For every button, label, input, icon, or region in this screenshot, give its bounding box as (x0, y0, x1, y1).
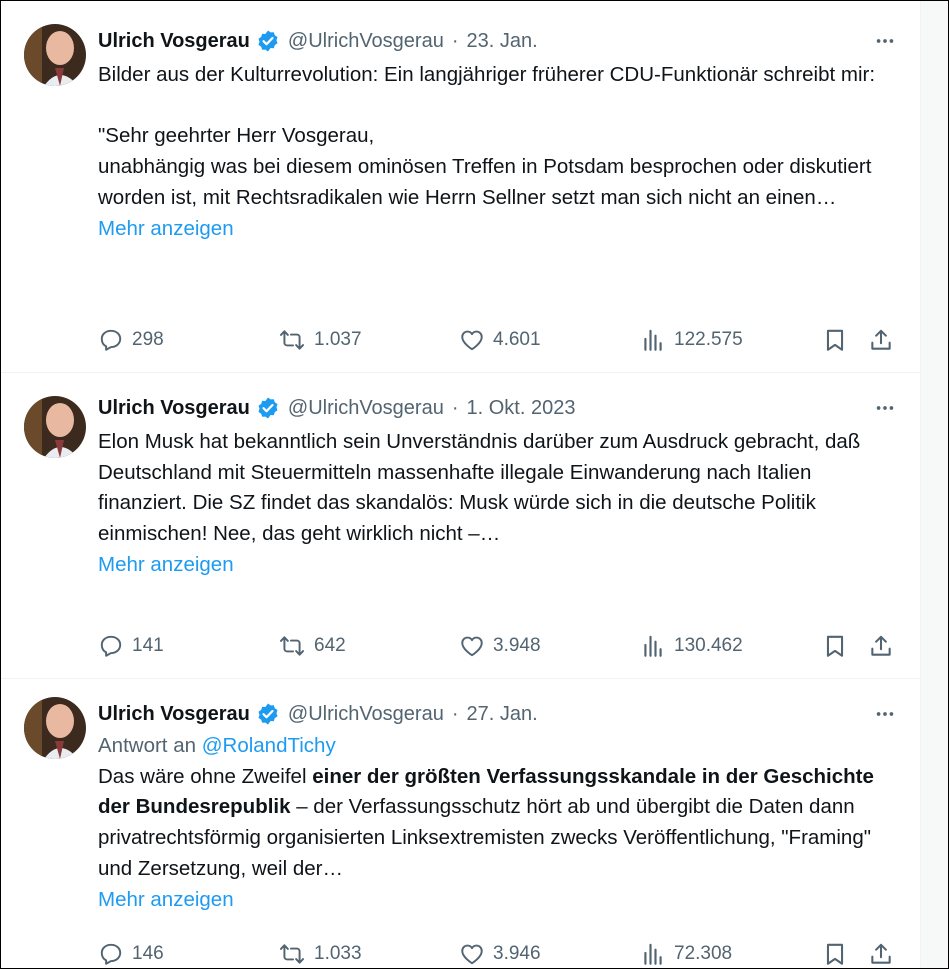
share-upload-icon (871, 329, 891, 350)
separator-dot: · (451, 702, 459, 725)
views-bar-chart-icon (644, 329, 662, 351)
retweet-icon (279, 944, 305, 964)
verified-badge-icon (258, 30, 278, 52)
separator-dot: · (451, 396, 459, 419)
verified-badge-icon (258, 397, 278, 419)
reply-bubble-icon (100, 329, 122, 351)
show-more-link[interactable]: Mehr anzeigen (98, 550, 900, 581)
reply-context: Antwort an @RolandTichy (98, 731, 900, 762)
share-button[interactable] (868, 941, 902, 967)
share-button[interactable] (868, 633, 902, 659)
more-button[interactable] (870, 393, 900, 423)
verified-badge-icon (258, 703, 278, 725)
more-button[interactable] (870, 26, 900, 56)
retweet-button[interactable]: 642 (278, 633, 346, 659)
reply-bubble-icon (100, 943, 122, 965)
reply-count: 146 (132, 943, 164, 964)
views-button[interactable]: 122.575 (640, 327, 743, 353)
reply-bubble-icon (100, 635, 122, 657)
retweet-count: 1.033 (314, 943, 362, 964)
tweet-date[interactable]: 23. Jan. (467, 30, 538, 53)
share-button[interactable] (868, 327, 902, 353)
like-count: 3.946 (493, 943, 541, 964)
bookmark-button[interactable] (822, 633, 856, 659)
more-horizontal-icon (876, 406, 894, 410)
show-more-link[interactable]: Mehr anzeigen (98, 214, 900, 245)
bookmark-icon (826, 943, 844, 965)
heart-icon (461, 636, 483, 657)
reply-prefix: Antwort an (98, 734, 196, 757)
tweet-text-part: Das wäre ohne Zweifel (98, 764, 313, 788)
reply-mention-link[interactable]: @RolandTichy (202, 734, 336, 757)
tweet-card[interactable]: Ulrich Vosgerau @UlrichVosgerau · 23. Ja… (1, 1, 920, 373)
reply-count: 298 (132, 329, 164, 350)
timeline-frame: Ulrich Vosgerau @UlrichVosgerau · 23. Ja… (0, 0, 949, 969)
views-bar-chart-icon (644, 943, 662, 965)
tweet-card[interactable]: Ulrich Vosgerau @UlrichVosgerau · 1. Okt… (1, 373, 920, 679)
avatar[interactable] (24, 24, 86, 86)
avatar-image (24, 697, 86, 759)
views-button[interactable]: 72.308 (640, 941, 732, 967)
tweet-text: Das wäre ohne Zweifel einer der größten … (98, 762, 900, 885)
tweet-card[interactable]: Ulrich Vosgerau @UlrichVosgerau · 27. Ja… (1, 679, 920, 968)
heart-icon (461, 330, 483, 351)
author-name[interactable]: Ulrich Vosgerau (98, 397, 250, 420)
retweet-count: 642 (314, 635, 346, 656)
more-button[interactable] (870, 699, 900, 729)
bookmark-button[interactable] (822, 327, 856, 353)
like-button[interactable]: 4.601 (459, 327, 541, 353)
author-handle[interactable]: @UlrichVosgerau (288, 30, 444, 53)
more-horizontal-icon (876, 712, 894, 716)
reply-button[interactable]: 146 (98, 941, 164, 967)
retweet-icon (279, 636, 305, 656)
views-bar-chart-icon (644, 635, 662, 657)
show-more-link[interactable]: Mehr anzeigen (98, 885, 900, 916)
reply-count: 141 (132, 635, 164, 656)
like-button[interactable]: 3.948 (459, 633, 541, 659)
like-count: 3.948 (493, 635, 541, 656)
author-handle[interactable]: @UlrichVosgerau (288, 703, 444, 726)
heart-icon (461, 944, 483, 965)
bookmark-icon (826, 329, 844, 351)
author-handle[interactable]: @UlrichVosgerau (288, 397, 444, 420)
retweet-count: 1.037 (314, 329, 362, 350)
separator-dot: · (451, 29, 459, 52)
tweet-text: Elon Musk hat bekanntlich sein Unverstän… (98, 430, 867, 546)
avatar[interactable] (24, 396, 86, 458)
views-count: 72.308 (674, 943, 733, 964)
reply-button[interactable]: 298 (98, 327, 164, 353)
retweet-icon (279, 330, 305, 350)
like-button[interactable]: 3.946 (459, 941, 541, 967)
author-name[interactable]: Ulrich Vosgerau (98, 703, 250, 726)
retweet-button[interactable]: 1.037 (278, 327, 362, 353)
bookmark-icon (826, 635, 844, 657)
share-upload-icon (871, 943, 891, 964)
avatar[interactable] (24, 697, 86, 759)
avatar-image (24, 24, 86, 86)
views-button[interactable]: 130.462 (640, 633, 743, 659)
more-horizontal-icon (876, 39, 894, 43)
tweet-date[interactable]: 1. Okt. 2023 (467, 397, 576, 420)
author-name[interactable]: Ulrich Vosgerau (98, 30, 250, 53)
reply-button[interactable]: 141 (98, 633, 164, 659)
share-upload-icon (871, 635, 891, 656)
retweet-button[interactable]: 1.033 (278, 941, 362, 967)
views-count: 130.462 (674, 635, 743, 656)
tweet-date[interactable]: 27. Jan. (467, 703, 538, 726)
views-count: 122.575 (674, 329, 743, 350)
bookmark-button[interactable] (822, 941, 856, 967)
avatar-image (24, 396, 86, 458)
like-count: 4.601 (493, 329, 541, 350)
tweet-text: Bilder aus der Kulturrevolution: Ein lan… (98, 63, 876, 209)
scrollbar-track[interactable] (920, 1, 948, 968)
